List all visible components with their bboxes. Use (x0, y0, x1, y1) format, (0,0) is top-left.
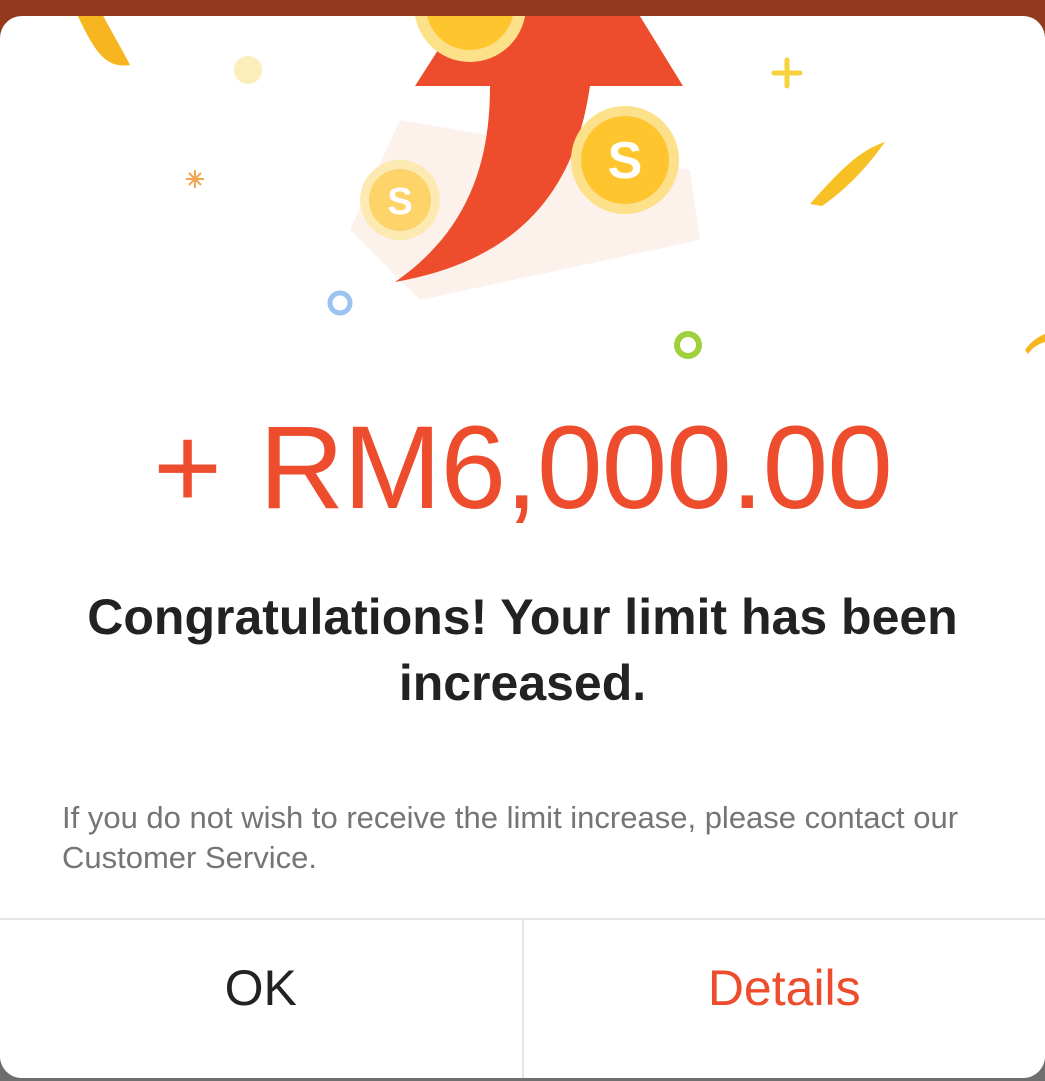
congratulations-headline: Congratulations! Your limit has been inc… (87, 589, 958, 711)
opt-out-note: If you do not wish to receive the limit … (62, 800, 959, 875)
amount-value: RM6,000.00 (259, 402, 893, 534)
limit-amount: + RM6,000.00 (0, 398, 1045, 538)
limit-increase-illustration: S S (0, 16, 1045, 396)
amount-sign: + (153, 402, 222, 534)
coin-symbol-small: S (387, 181, 412, 223)
limit-increase-dialog: S S + RM6,000.00 Congratulations! Your li… (0, 16, 1045, 1078)
dialog-actions: OK Details (0, 918, 1045, 1078)
coin-symbol: S (608, 132, 643, 190)
details-button[interactable]: Details (523, 920, 1045, 1078)
arrow-coins-icon: S S (77, 16, 1045, 359)
ok-button[interactable]: OK (0, 920, 524, 1078)
